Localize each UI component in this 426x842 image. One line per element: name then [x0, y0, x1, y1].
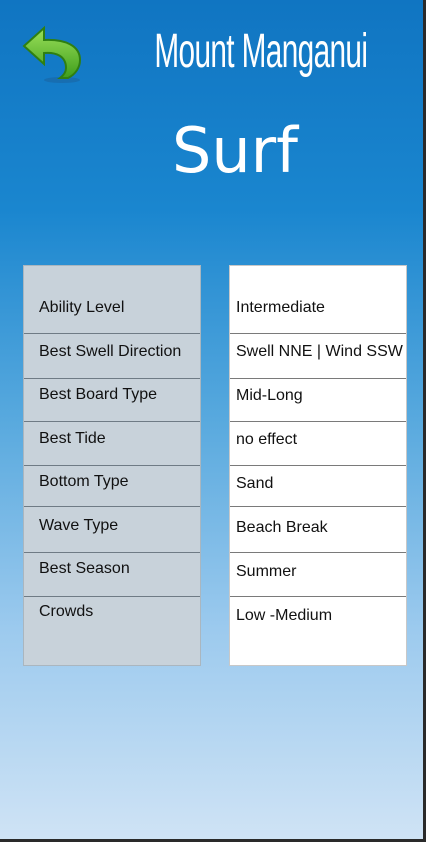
divider [24, 333, 200, 334]
label-wave-type: Wave Type [39, 517, 119, 534]
label-best-board-type: Best Board Type [39, 386, 157, 403]
divider [230, 378, 406, 379]
detail-values-panel: Intermediate Swell NNE | Wind SSW Mid-Lo… [229, 265, 407, 666]
divider [24, 465, 200, 466]
back-button[interactable] [22, 22, 88, 88]
value-crowds: Low -Medium [236, 607, 333, 624]
label-crowds: Crowds [39, 603, 94, 620]
label-bottom-type: Bottom Type [39, 473, 129, 490]
value-ability-level: Intermediate [236, 299, 325, 316]
divider [230, 465, 406, 466]
divider [230, 506, 406, 507]
value-best-board-type: Mid-Long [236, 387, 303, 404]
page-title-location: Mount Manganui [154, 25, 368, 78]
divider [230, 552, 406, 553]
divider [230, 421, 406, 422]
detail-labels-panel: Ability Level Best Swell Direction Best … [23, 265, 201, 666]
label-best-tide: Best Tide [39, 430, 106, 447]
value-best-season: Summer [236, 563, 297, 580]
back-arrow-icon [22, 25, 82, 83]
divider [24, 596, 200, 597]
value-best-tide: no effect [236, 431, 298, 448]
value-bottom-type: Sand [236, 475, 274, 492]
divider [24, 421, 200, 422]
page-title-activity: Surf [172, 114, 298, 187]
divider [24, 506, 200, 507]
divider [230, 596, 406, 597]
divider [230, 333, 406, 334]
label-best-season: Best Season [39, 560, 130, 577]
divider [24, 378, 200, 379]
surf-spot-screen: Mount Manganui Surf Ability Level Best S… [0, 0, 426, 842]
divider [24, 552, 200, 553]
value-best-swell-direction: Swell NNE | Wind SSW [236, 343, 403, 360]
label-best-swell-direction: Best Swell Direction [39, 343, 182, 360]
label-ability-level: Ability Level [39, 299, 125, 316]
value-wave-type: Beach Break [236, 519, 328, 536]
